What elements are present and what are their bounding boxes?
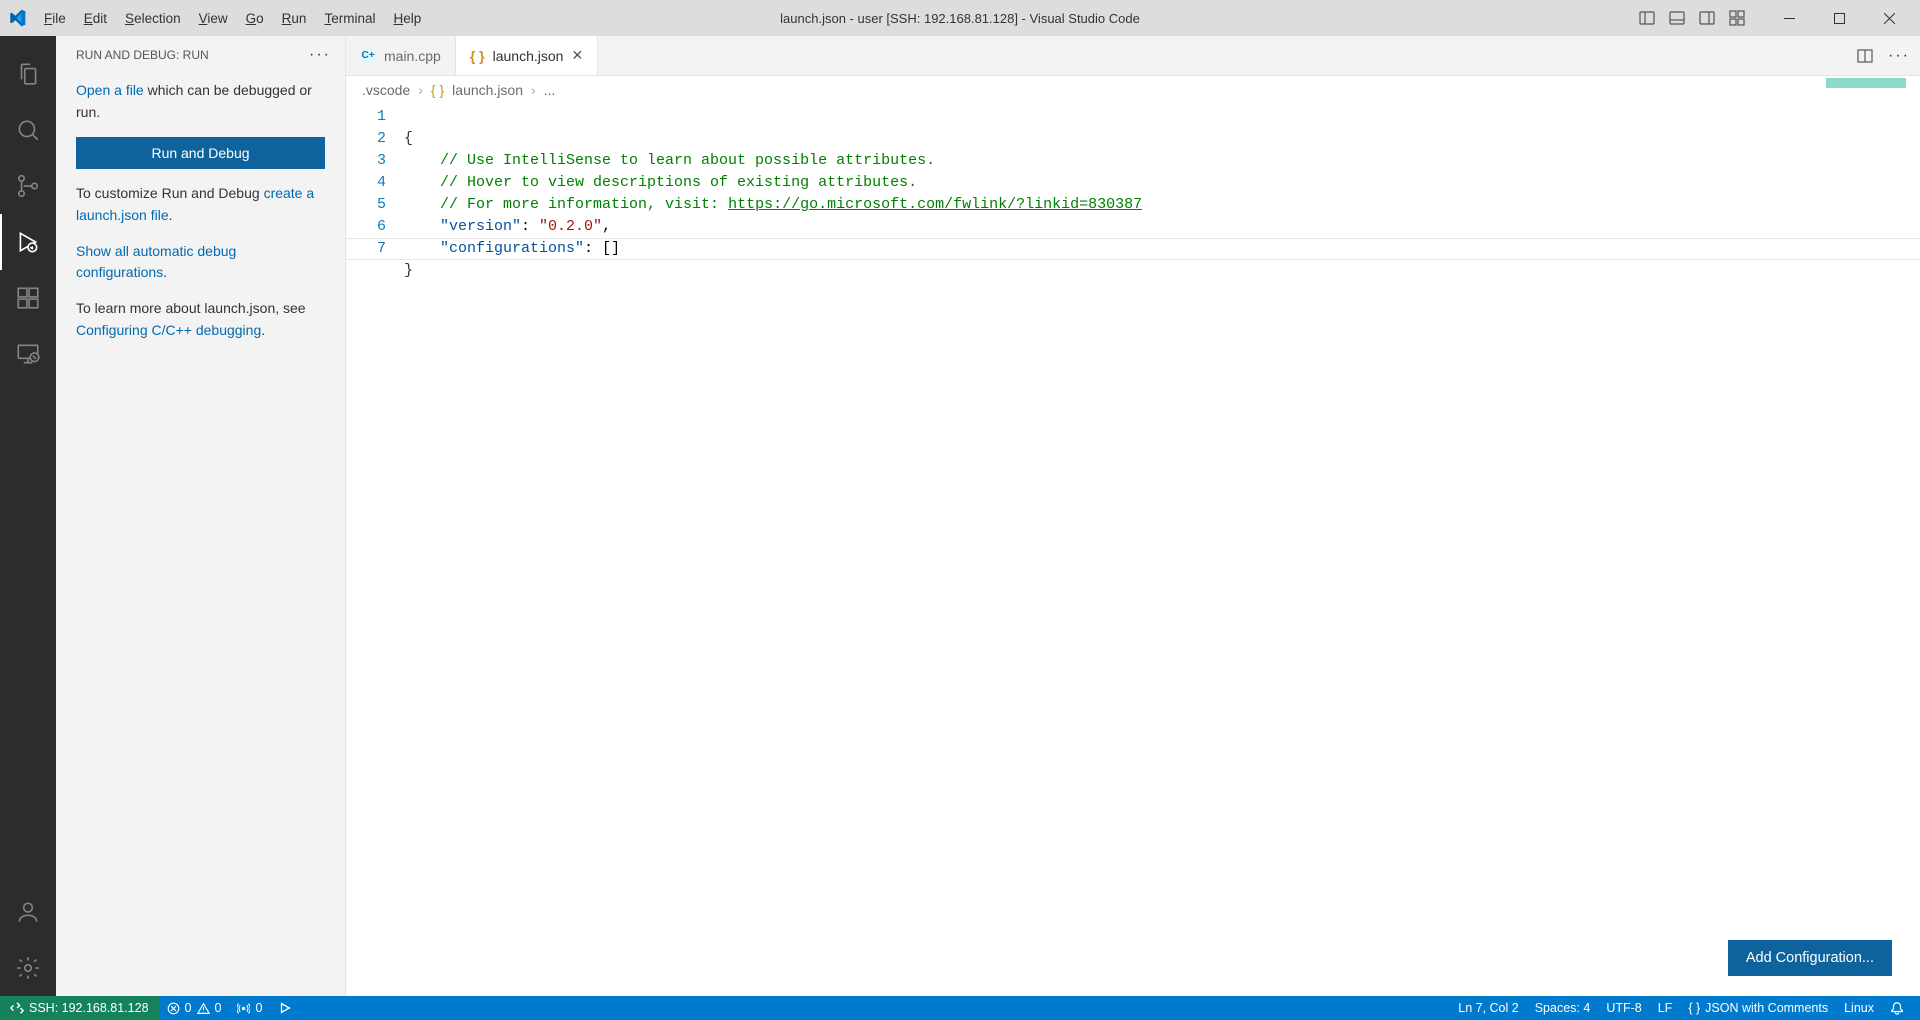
code-content[interactable]: { // Use IntelliSense to learn about pos… <box>404 104 1142 996</box>
menu-help[interactable]: HelpHelp <box>385 7 429 30</box>
split-editor-icon[interactable] <box>1852 43 1878 69</box>
activity-run-debug[interactable] <box>0 214 56 270</box>
menu-selection[interactable]: SelectionSelection <box>117 7 189 30</box>
braces-icon: { } <box>1688 1001 1700 1015</box>
remote-icon <box>10 1001 24 1015</box>
learn-more-text: To learn more about launch.json, see <box>76 300 306 316</box>
editor-more-icon[interactable]: ··· <box>1888 47 1910 65</box>
status-cursor-position[interactable]: Ln 7, Col 2 <box>1450 996 1526 1020</box>
activity-accounts[interactable] <box>0 884 56 940</box>
cpp-file-icon: C+ <box>360 48 376 64</box>
tab-label: main.cpp <box>384 48 441 64</box>
minimap[interactable] <box>1826 78 1906 88</box>
breadcrumb-tail[interactable]: ... <box>544 82 556 98</box>
menubar: FFileile EditEdit SelectionSelection Vie… <box>36 7 429 30</box>
breadcrumb-folder[interactable]: .vscode <box>362 82 410 98</box>
tab-label: launch.json <box>493 48 564 64</box>
warning-icon <box>197 1002 210 1015</box>
run-debug-sidebar: RUN AND DEBUG: RUN ··· Open a file which… <box>56 36 346 996</box>
window-title: launch.json - user [SSH: 192.168.81.128]… <box>780 11 1140 26</box>
status-ports[interactable]: 0 <box>229 996 270 1020</box>
error-icon <box>167 1002 180 1015</box>
show-auto-cfg-link[interactable]: Show all automatic debug configurations <box>76 243 236 281</box>
status-encoding[interactable]: UTF-8 <box>1598 996 1649 1020</box>
statusbar: SSH: 192.168.81.128 0 0 0 Ln 7, Col 2 Sp… <box>0 996 1920 1020</box>
chevron-right-icon: › <box>418 82 423 98</box>
activity-remote-explorer[interactable] <box>0 326 56 382</box>
menu-file[interactable]: FFileile <box>36 7 74 30</box>
menu-run[interactable]: RunRun <box>274 7 315 30</box>
add-configuration-button[interactable]: Add Configuration... <box>1728 940 1892 976</box>
toggle-panel-icon[interactable] <box>1664 5 1690 31</box>
titlebar: FFileile EditEdit SelectionSelection Vie… <box>0 0 1920 36</box>
minimize-button[interactable] <box>1766 0 1812 36</box>
run-and-debug-button[interactable]: Run and Debug <box>76 137 325 169</box>
debug-icon <box>278 1001 292 1015</box>
status-debug-target[interactable] <box>270 996 300 1020</box>
configuring-debug-link[interactable]: Configuring C/C++ debugging <box>76 322 261 338</box>
line-numbers: 1234567 <box>346 104 404 996</box>
status-problems[interactable]: 0 0 <box>159 996 230 1020</box>
activity-search[interactable] <box>0 102 56 158</box>
tab-close-icon[interactable]: ✕ <box>571 47 583 64</box>
activity-extensions[interactable] <box>0 270 56 326</box>
vscode-logo-icon <box>8 9 26 27</box>
status-eol[interactable]: LF <box>1650 996 1681 1020</box>
activity-source-control[interactable] <box>0 158 56 214</box>
customize-text: To customize Run and Debug <box>76 185 264 201</box>
sidebar-title: RUN AND DEBUG: RUN <box>76 48 209 62</box>
open-file-link[interactable]: Open a file <box>76 82 144 98</box>
activity-explorer[interactable] <box>0 46 56 102</box>
json-file-icon: { } <box>470 48 485 64</box>
maximize-button[interactable] <box>1816 0 1862 36</box>
menu-terminal[interactable]: TerminalTerminal <box>316 7 383 30</box>
status-remote[interactable]: SSH: 192.168.81.128 <box>0 996 159 1020</box>
json-file-icon: { } <box>431 82 444 98</box>
activitybar <box>0 36 56 996</box>
status-fe... notifications[interactable] <box>1882 996 1912 1020</box>
menu-go[interactable]: GoGo <box>238 7 272 30</box>
toggle-sidebar-icon[interactable] <box>1634 5 1660 31</box>
close-button[interactable] <box>1866 0 1912 36</box>
antenna-icon <box>237 1002 250 1015</box>
editor-tabs: C+ main.cpp { } launch.json ✕ ··· <box>346 36 1920 76</box>
bell-icon <box>1890 1001 1904 1015</box>
tab-launch-json[interactable]: { } launch.json ✕ <box>456 36 598 75</box>
status-os[interactable]: Linux <box>1836 996 1882 1020</box>
tab-main-cpp[interactable]: C+ main.cpp <box>346 36 456 75</box>
breadcrumb-file[interactable]: launch.json <box>452 82 523 98</box>
menu-edit[interactable]: EditEdit <box>76 7 115 30</box>
activity-settings[interactable] <box>0 940 56 996</box>
customize-layout-icon[interactable] <box>1724 5 1750 31</box>
status-language-mode[interactable]: { } JSON with Comments <box>1680 996 1836 1020</box>
menu-view[interactable]: ViewView <box>191 7 236 30</box>
sidebar-more-icon[interactable]: ··· <box>309 46 331 64</box>
status-indentation[interactable]: Spaces: 4 <box>1527 996 1599 1020</box>
toggle-secondary-sidebar-icon[interactable] <box>1694 5 1720 31</box>
chevron-right-icon: › <box>531 82 536 98</box>
code-editor[interactable]: 1234567 { // Use IntelliSense to learn a… <box>346 104 1920 996</box>
breadcrumb[interactable]: .vscode › { } launch.json › ... <box>346 76 1920 104</box>
editor-area: C+ main.cpp { } launch.json ✕ ··· .vscod… <box>346 36 1920 996</box>
